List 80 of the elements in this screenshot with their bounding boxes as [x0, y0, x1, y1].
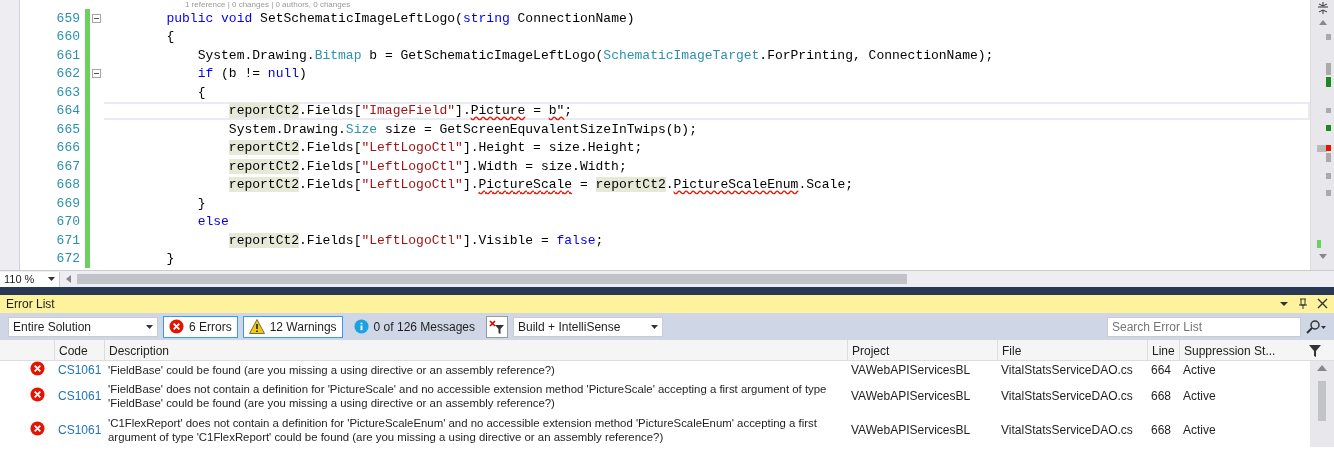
suppression-cell-text: Active	[1182, 363, 1217, 377]
line-number: 664	[55, 103, 81, 119]
vertical-scrollbar[interactable]	[1310, 0, 1334, 270]
file-cell-text: VitalStatsServiceDAO.cs	[1000, 389, 1134, 403]
line-cell-text: 668	[1150, 423, 1173, 437]
code-line: else	[196, 213, 230, 231]
line-number: 659	[55, 10, 81, 26]
code-line: System.Drawing.Bitmap b = GetSchematicImageLeftLogo(SchematicImageTarget.ForPrinting, ConnectionName);	[196, 46, 995, 65]
window-controls-drawing[interactable]	[1280, 298, 1328, 310]
collapse-icon[interactable]	[91, 69, 101, 79]
panel-title: Error List	[6, 297, 55, 311]
filter-toggle[interactable]: 12 Warnings	[242, 315, 343, 338]
error-code-link[interactable]: CS1061	[54, 389, 104, 403]
scroll-up-icon[interactable]	[1317, 365, 1327, 371]
line-number: 665	[55, 121, 81, 137]
line-number: 672	[55, 251, 81, 267]
line-number: 660	[55, 29, 81, 45]
suppression-cell-text: Active	[1182, 389, 1217, 403]
line-number: 661	[55, 47, 81, 63]
column-header[interactable]: Code	[54, 340, 104, 361]
error-code-link[interactable]: CS1061	[54, 423, 104, 437]
error-description: 'FieldBase' does not contain a definition for 'PictureScale' and no accessible extension method 'PictureScale' accepting a first argument of type 'FieldBase' could be found (are you missing a using directive or an assembly reference?)	[107, 382, 828, 410]
scrollbar-thumb[interactable]	[1318, 381, 1326, 421]
code-line: reportCt2.Fields["LeftLogoCtl"].Height = size.Height;	[227, 139, 644, 157]
filter-clear-button[interactable]	[486, 315, 508, 338]
code-line: reportCt2.Fields["LeftLogoCtl"].Visible = false;	[227, 231, 605, 250]
line-number: 669	[55, 195, 81, 211]
line-number: 666	[55, 140, 81, 156]
scope-dropdown[interactable]: Entire Solution	[8, 316, 158, 337]
column-header[interactable]: Description	[104, 340, 847, 361]
error-icon	[30, 421, 45, 436]
column-header[interactable]: File	[997, 340, 1147, 361]
project-cell-text: VAWebAPIServicesBL	[850, 363, 972, 377]
line-cell-text: 664	[1150, 363, 1173, 377]
code-line: if (b != null)	[196, 65, 308, 83]
column-header[interactable]: Project	[847, 340, 997, 361]
file-cell-text: VitalStatsServiceDAO.cs	[1000, 363, 1134, 377]
source-dropdown[interactable]: Build + IntelliSense	[513, 316, 663, 337]
caret-icon	[146, 324, 153, 329]
column-header[interactable]: Suppression St...	[1179, 340, 1309, 361]
code-line: }	[196, 194, 207, 213]
error-code-link[interactable]: CS1061	[54, 363, 104, 377]
zoom-dropdown[interactable]: 110 %	[0, 271, 60, 287]
filter-toggle[interactable]: 6 Errors	[163, 315, 238, 338]
line-number: 667	[55, 158, 81, 174]
collapse-icon[interactable]	[91, 13, 101, 23]
file-cell-text: VitalStatsServiceDAO.cs	[1000, 423, 1134, 437]
warning-icon	[248, 319, 265, 334]
project-cell-text: VAWebAPIServicesBL	[850, 423, 972, 437]
code-line: public void SetSchematicImageLeftLogo(string ConnectionName)	[165, 9, 636, 28]
code-line: System.Drawing.Size size = GetScreenEquvalentSizeInTwips(b);	[227, 120, 698, 139]
error-description: 'C1FlexReport' does not contain a definition for 'PictureScaleEnum' and no accessible extension method 'PictureScaleEnum' accepting a first argument of type 'C1FlexReport' could be found (are you missing a using directive or an assembly reference?)	[107, 416, 818, 444]
code-line: }	[165, 250, 176, 268]
suppression-cell-text: Active	[1182, 423, 1217, 437]
scroll-left-icon[interactable]	[66, 275, 71, 283]
error-icon	[30, 387, 45, 402]
code-line: {	[196, 83, 207, 102]
caret-icon	[48, 277, 55, 281]
line-cell-text: 668	[1150, 389, 1173, 403]
line-number: 671	[55, 232, 81, 248]
line-number: 662	[55, 66, 81, 82]
project-cell-text: VAWebAPIServicesBL	[850, 389, 972, 403]
code-line: {	[165, 28, 176, 46]
search-field[interactable]: Search Error List	[1107, 316, 1301, 337]
line-number: 668	[55, 177, 81, 193]
filter-icon[interactable]	[1309, 344, 1321, 357]
search-icon	[1306, 319, 1326, 334]
caret-icon	[651, 324, 658, 329]
filter-toggle[interactable]: 0 of 126 Messages	[347, 315, 481, 338]
code-line: reportCt2.Fields["ImageField"].Picture = b";	[104, 101, 1310, 120]
line-number: 670	[55, 214, 81, 230]
column-header[interactable]: Line	[1147, 340, 1179, 361]
code-line: reportCt2.Fields["LeftLogoCtl"].PictureScale = reportCt2.PictureScaleEnum.Scale;	[227, 176, 854, 194]
error-icon	[169, 319, 184, 334]
filter-icon	[489, 319, 505, 334]
code-line: reportCt2.Fields["LeftLogoCtl"].Width = size.Width;	[227, 157, 628, 176]
info-icon	[353, 319, 369, 334]
error-description: 'FieldBase' could be found (are you missing a using directive or an assembly reference?)	[107, 363, 556, 377]
vertical-scrollbar[interactable]	[1310, 361, 1334, 447]
line-number: 663	[55, 84, 81, 100]
